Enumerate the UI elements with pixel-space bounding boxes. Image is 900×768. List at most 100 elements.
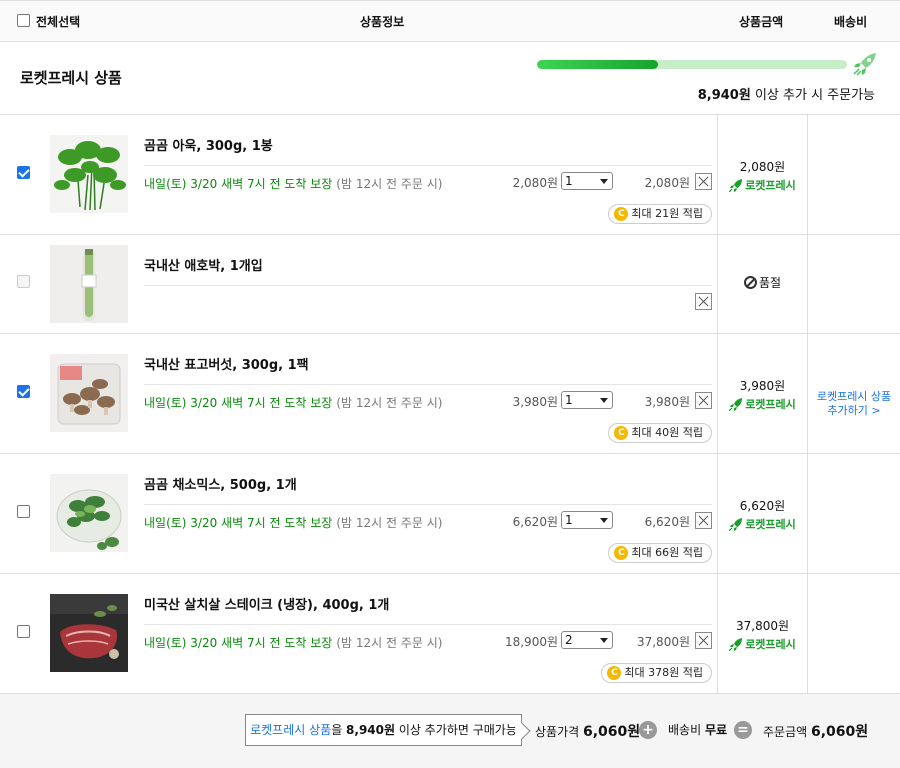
product-title[interactable]: 곰곰 채소믹스, 500g, 1개 — [144, 474, 297, 493]
order-progress-bar — [537, 60, 847, 69]
chevron-down-icon — [600, 518, 608, 523]
delivery-promise: 내일(토) 3/20 새벽 7시 전 도착 보장 (밤 12시 전 주문 시) — [144, 514, 442, 531]
delivery-condition: (밤 12시 전 주문 시) — [336, 396, 443, 410]
delete-item-button[interactable] — [695, 392, 712, 409]
rocket-fresh-badge: 로켓프레시 — [729, 636, 796, 652]
line-total: 3,980원 — [644, 395, 690, 409]
price-cell: 품절 — [718, 274, 807, 292]
divider — [144, 504, 712, 505]
sold-out-status: 품절 — [743, 274, 782, 291]
cart-item: 국내산 표고버섯, 300g, 1팩 내일(토) 3/20 새벽 7시 전 도착… — [0, 334, 900, 454]
equals-icon: = — [734, 721, 752, 739]
threshold-amount: 8,940원 — [346, 723, 396, 737]
unit-price: 2,080원 — [512, 176, 558, 190]
rocket-icon — [729, 637, 743, 651]
points-badge: C 최대 66원 적립 — [608, 543, 712, 563]
quantity-value: 1 — [565, 393, 573, 407]
quantity-select[interactable]: 1 — [561, 391, 613, 409]
shipping-value: 무료 — [704, 723, 728, 737]
threshold-notice: 로켓프레시 상품을 8,940원 이상 추가하면 구매가능 — [245, 714, 522, 746]
product-title[interactable]: 곰곰 아욱, 300g, 1봉 — [144, 135, 273, 154]
product-thumbnail[interactable] — [50, 474, 128, 552]
item-checkbox[interactable] — [17, 166, 30, 179]
badge-text: 로켓프레시 — [745, 398, 796, 411]
divider — [144, 165, 712, 166]
divider — [144, 384, 712, 385]
rocket-fresh-badge: 로켓프레시 — [729, 396, 796, 412]
item-checkbox[interactable] — [17, 275, 30, 288]
item-price: 3,980원 — [739, 379, 786, 393]
select-all-checkbox[interactable] — [17, 14, 30, 27]
delivery-condition: (밤 12시 전 주문 시) — [336, 636, 443, 650]
price-column-divider — [717, 115, 718, 693]
rocket-icon — [729, 397, 743, 411]
price-cell: 6,620원 로켓프레시 — [718, 497, 807, 534]
unit-price: 3,980원 — [512, 395, 558, 409]
quantity-select[interactable]: 2 — [561, 631, 613, 649]
cart-item: 국내산 애호박, 1개입 품절 — [0, 235, 900, 334]
badge-text: 로켓프레시 — [745, 179, 796, 192]
cart-item: 곰곰 아욱, 300g, 1봉 내일(토) 3/20 새벽 7시 전 도착 보장… — [0, 115, 900, 235]
product-thumbnail[interactable] — [50, 354, 128, 432]
product-price-label: 상품가격 — [535, 725, 583, 739]
points-text: 최대 66원 적립 — [631, 546, 703, 559]
delete-item-button[interactable] — [695, 293, 712, 310]
quantity-select[interactable]: 1 — [561, 172, 613, 190]
item-price: 6,620원 — [739, 499, 786, 513]
ban-icon — [743, 276, 757, 289]
order-progress-fill — [537, 60, 658, 69]
delivery-promise: 내일(토) 3/20 새벽 7시 전 도착 보장 (밤 12시 전 주문 시) — [144, 175, 442, 192]
quantity-value: 1 — [565, 513, 573, 527]
threshold-link[interactable]: 로켓프레시 상품 — [250, 723, 331, 737]
divider — [144, 624, 712, 625]
remaining-amount: 8,940원 — [697, 88, 751, 103]
unit-price: 18,900원 — [504, 635, 558, 649]
badge-text: 로켓프레시 — [745, 638, 796, 651]
add-rocket-fresh-link[interactable]: 로켓프레시 상품 추가하기 > — [808, 390, 900, 418]
quantity-value: 2 — [565, 633, 573, 647]
quantity-select[interactable]: 1 — [561, 511, 613, 529]
cart-item: 곰곰 채소믹스, 500g, 1개 내일(토) 3/20 새벽 7시 전 도착 … — [0, 454, 900, 574]
rocket-icon — [853, 53, 876, 76]
chevron-down-icon — [600, 398, 608, 403]
rocket-icon — [729, 517, 743, 531]
product-price-summary: 상품가격 6,060원 — [535, 721, 640, 741]
points-text: 최대 21원 적립 — [631, 207, 703, 220]
add-link-text: 로켓프레시 상품 추가하기 > — [816, 390, 892, 417]
item-checkbox[interactable] — [17, 385, 30, 398]
order-threshold-message: 8,940원 이상 추가 시 주문가능 — [698, 84, 875, 103]
delete-item-button[interactable] — [695, 173, 712, 190]
rocket-icon — [729, 178, 743, 192]
product-info-header: 상품정보 — [360, 15, 405, 29]
points-badge: C 최대 21원 적립 — [608, 204, 712, 224]
product-thumbnail[interactable] — [50, 245, 128, 323]
chevron-down-icon — [600, 638, 608, 643]
remaining-text: 이상 추가 시 주문가능 — [750, 88, 875, 103]
product-thumbnail[interactable] — [50, 594, 128, 672]
product-thumbnail[interactable] — [50, 135, 128, 213]
item-checkbox[interactable] — [17, 625, 30, 638]
price-cell: 2,080원 로켓프레시 — [718, 158, 807, 195]
item-price: 37,800원 — [735, 619, 790, 633]
points-badge: C 최대 378원 적립 — [601, 663, 712, 683]
product-title[interactable]: 국내산 표고버섯, 300g, 1팩 — [144, 354, 309, 373]
item-checkbox[interactable] — [17, 505, 30, 518]
order-total-summary: 주문금액 6,060원 — [763, 721, 868, 741]
order-summary: 로켓프레시 상품을 8,940원 이상 추가하면 구매가능 상품가격 6,060… — [0, 693, 900, 768]
divider — [144, 285, 712, 286]
sold-out-text: 품절 — [758, 276, 782, 290]
product-title[interactable]: 국내산 애호박, 1개입 — [144, 255, 263, 274]
delete-item-button[interactable] — [695, 512, 712, 529]
shipping-fee-header: 배송비 — [834, 15, 868, 29]
shipping-label: 배송비 — [668, 723, 705, 737]
delivery-promise: 내일(토) 3/20 새벽 7시 전 도착 보장 (밤 12시 전 주문 시) — [144, 634, 442, 651]
line-total: 2,080원 — [644, 176, 690, 190]
badge-text: 로켓프레시 — [745, 518, 796, 531]
product-price-value: 6,060원 — [582, 724, 641, 740]
delete-item-button[interactable] — [695, 632, 712, 649]
select-all-label[interactable]: 전체선택 — [36, 13, 80, 30]
points-badge: C 최대 40원 적립 — [608, 423, 712, 443]
delivery-text: 내일(토) 3/20 새벽 7시 전 도착 보장 — [144, 636, 333, 650]
product-title[interactable]: 미국산 살치살 스테이크 (냉장), 400g, 1개 — [144, 594, 389, 613]
price-cell: 37,800원 로켓프레시 — [718, 617, 807, 654]
